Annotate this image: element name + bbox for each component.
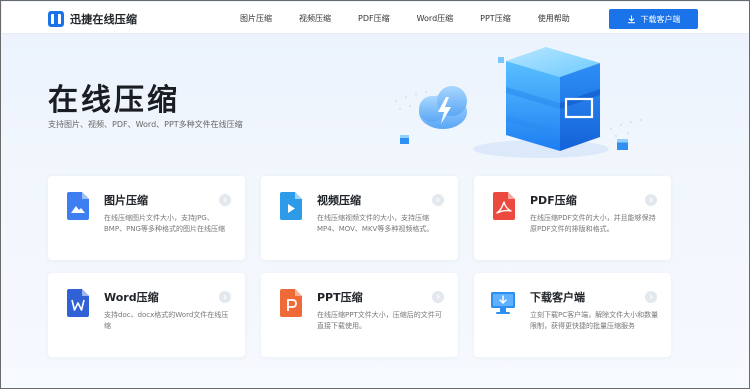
chevron-right-icon [432, 194, 444, 206]
download-client-label: 下载客户端 [640, 14, 681, 24]
card-description: 在线压缩PDF文件的大小，并且能够保持原PDF文件的排版和格式。 [530, 214, 656, 233]
chevron-right-icon [432, 291, 444, 303]
download-client-button[interactable]: 下载客户端 [609, 9, 698, 29]
card-download-client[interactable]: 下载客户端 立刻下载PC客户端，解除文件大小和数量限制，获得更快捷的批量压缩服务 [474, 273, 671, 357]
page-title: 在线压缩 [48, 83, 180, 118]
nav-link-word[interactable]: Word压缩 [417, 13, 454, 24]
top-navbar: 迅捷在线压缩 图片压缩 视频压缩 PDF压缩 Word压缩 PPT压缩 使用帮助… [2, 2, 749, 34]
logo-icon [48, 11, 64, 27]
page-frame: 迅捷在线压缩 图片压缩 视频压缩 PDF压缩 Word压缩 PPT压缩 使用帮助… [0, 0, 750, 389]
card-title: PDF压缩 [530, 194, 577, 207]
card-title: 图片压缩 [104, 194, 148, 207]
nav-link-help[interactable]: 使用帮助 [538, 13, 570, 24]
chevron-right-icon [219, 194, 231, 206]
card-pdf-compress[interactable]: PDF压缩 在线压缩PDF文件的大小，并且能够保持原PDF文件的排版和格式。 [474, 176, 671, 260]
card-video-compress[interactable]: 视频压缩 在线压缩视频文件的大小，支持压缩MP4、MOV、MKV等多种视频格式。 [261, 176, 458, 260]
card-title: Word压缩 [104, 291, 159, 304]
word-file-icon [67, 289, 89, 317]
nav-menu: 图片压缩 视频压缩 PDF压缩 Word压缩 PPT压缩 使用帮助 [240, 2, 597, 34]
chevron-right-icon [645, 194, 657, 206]
compress-cube-icon [506, 47, 600, 151]
download-icon [627, 14, 635, 23]
card-word-compress[interactable]: Word压缩 支持doc、docx格式的Word文件在线压缩 [48, 273, 245, 357]
desktop-download-icon [491, 292, 515, 314]
hero-illustration [395, 47, 642, 158]
card-title: 下载客户端 [530, 291, 585, 304]
image-file-icon [67, 192, 89, 220]
card-ppt-compress[interactable]: PPT压缩 在线压缩PPT文件大小，压缩后的文件可直接下载使用。 [261, 273, 458, 357]
brand-name: 迅捷在线压缩 [70, 13, 138, 26]
card-description: 在线压缩PPT文件大小，压缩后的文件可直接下载使用。 [317, 311, 442, 330]
chevron-right-icon [219, 291, 231, 303]
card-title: PPT压缩 [317, 291, 363, 304]
nav-link-video[interactable]: 视频压缩 [299, 13, 331, 24]
ppt-file-icon [280, 289, 302, 317]
chevron-right-icon [645, 291, 657, 303]
card-description: 立刻下载PC客户端，解除文件大小和数量限制，获得更快捷的批量压缩服务 [530, 311, 659, 330]
card-description: 在线压缩视频文件的大小，支持压缩MP4、MOV、MKV等多种视频格式。 [317, 214, 434, 233]
page-subtitle: 支持图片、视频、PDF、Word、PPT多种文件在线压缩 [48, 120, 243, 129]
card-description: 在线压缩图片文件大小，支持JPG、BMP、PNG等多种格式的图片在线压缩 [104, 214, 225, 233]
nav-link-image[interactable]: 图片压缩 [240, 13, 272, 24]
video-file-icon [280, 192, 302, 220]
pdf-file-icon [493, 192, 515, 220]
nav-link-ppt[interactable]: PPT压缩 [480, 13, 511, 24]
card-image-compress[interactable]: 图片压缩 在线压缩图片文件大小，支持JPG、BMP、PNG等多种格式的图片在线压… [48, 176, 245, 260]
nav-link-pdf[interactable]: PDF压缩 [358, 13, 390, 24]
card-title: 视频压缩 [317, 194, 361, 207]
card-description: 支持doc、docx格式的Word文件在线压缩 [104, 311, 229, 330]
brand-logo[interactable]: 迅捷在线压缩 [48, 10, 137, 28]
